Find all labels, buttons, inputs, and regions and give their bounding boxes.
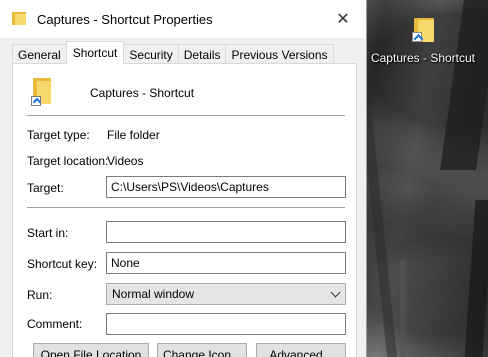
tab-security[interactable]: Security xyxy=(123,44,179,64)
tab-previous-versions[interactable]: Previous Versions xyxy=(225,44,334,64)
tab-strip: General Shortcut Security Details Previo… xyxy=(12,41,334,64)
rock-shadow xyxy=(400,260,406,357)
run-label: Run: xyxy=(27,288,53,302)
target-field[interactable] xyxy=(106,176,346,198)
change-icon-button[interactable]: Change Icon... xyxy=(157,343,247,357)
target-type-label: Target type: xyxy=(27,128,90,142)
close-icon: ✕ xyxy=(336,11,350,28)
rock-shadow xyxy=(464,200,488,357)
folder-shortcut-icon xyxy=(31,78,65,110)
run-select[interactable]: Normal window xyxy=(106,283,346,305)
folder-shortcut-icon xyxy=(410,14,436,44)
close-button[interactable]: ✕ xyxy=(320,0,366,38)
advanced-button[interactable]: Advanced... xyxy=(256,343,346,357)
window-title: Captures - Shortcut Properties xyxy=(37,12,213,27)
title-bar[interactable]: Captures - Shortcut Properties ✕ xyxy=(0,0,366,38)
start-in-field[interactable] xyxy=(106,221,346,243)
target-type-value: File folder xyxy=(107,128,160,142)
tab-shortcut[interactable]: Shortcut xyxy=(65,41,125,64)
run-select-value: Normal window xyxy=(112,287,195,301)
folder-icon xyxy=(12,12,28,26)
shortcut-name: Captures - Shortcut xyxy=(90,86,195,100)
properties-dialog: Captures - Shortcut Properties ✕ General… xyxy=(0,0,367,357)
divider xyxy=(27,207,345,208)
desktop-shortcut-icon[interactable]: Captures - Shortcut xyxy=(368,14,478,65)
target-label: Target: xyxy=(27,181,64,195)
start-in-label: Start in: xyxy=(27,226,69,240)
shortcut-key-label: Shortcut key: xyxy=(27,257,98,271)
tab-details[interactable]: Details xyxy=(177,44,227,64)
shortcut-key-field[interactable] xyxy=(106,252,346,274)
comment-field[interactable] xyxy=(106,313,346,335)
divider xyxy=(27,115,345,116)
tab-general[interactable]: General xyxy=(12,44,67,64)
shortcut-tab-panel: Captures - Shortcut Target type: File fo… xyxy=(12,63,357,357)
desktop-icon-label: Captures - Shortcut xyxy=(370,51,476,65)
target-location-label: Target location: xyxy=(27,154,109,168)
open-file-location-button[interactable]: Open File Location xyxy=(33,343,149,357)
comment-label: Comment: xyxy=(27,317,83,331)
chevron-down-icon xyxy=(330,287,341,298)
target-location-value: Videos xyxy=(107,154,144,168)
